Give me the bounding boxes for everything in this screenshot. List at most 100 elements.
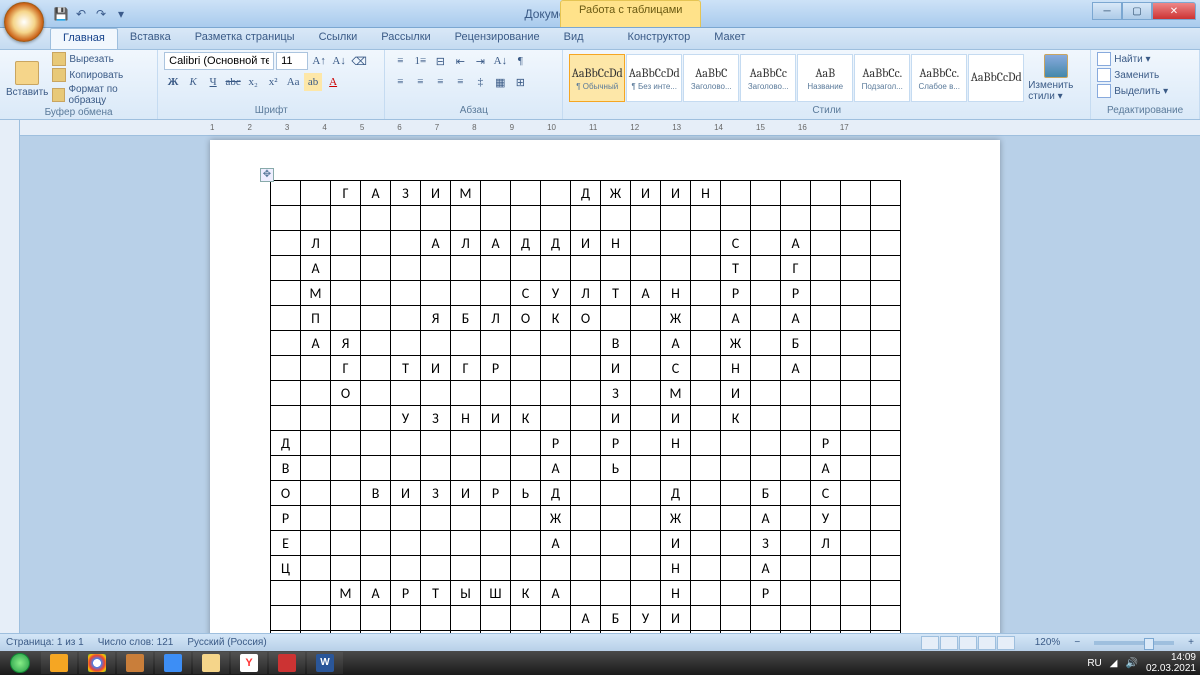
cell-8-18[interactable] bbox=[811, 356, 841, 381]
cell-18-10[interactable]: А bbox=[571, 606, 601, 631]
cell-15-11[interactable] bbox=[601, 531, 631, 556]
align-center-button[interactable]: ≡ bbox=[411, 73, 429, 91]
cell-7-7[interactable] bbox=[481, 331, 511, 356]
cell-5-2[interactable] bbox=[331, 281, 361, 306]
cell-18-18[interactable] bbox=[811, 606, 841, 631]
cell-7-3[interactable] bbox=[361, 331, 391, 356]
cell-18-1[interactable] bbox=[301, 606, 331, 631]
cell-17-15[interactable] bbox=[721, 581, 751, 606]
cell-18-11[interactable]: Б bbox=[601, 606, 631, 631]
cell-17-7[interactable]: Ш bbox=[481, 581, 511, 606]
font-color-button[interactable]: A bbox=[324, 73, 342, 91]
cell-13-20[interactable] bbox=[871, 481, 901, 506]
cell-1-9[interactable] bbox=[541, 181, 571, 206]
view-outline[interactable] bbox=[978, 636, 996, 650]
tray-lang[interactable]: RU bbox=[1087, 658, 1101, 669]
cell-7-1[interactable]: А bbox=[301, 331, 331, 356]
cell-11-1[interactable] bbox=[301, 431, 331, 456]
cell-13-4[interactable]: И bbox=[391, 481, 421, 506]
cell-3-16[interactable] bbox=[751, 231, 781, 256]
cell-3-7[interactable]: А bbox=[481, 231, 511, 256]
underline-button[interactable]: Ч bbox=[204, 73, 222, 91]
cell-1-20[interactable] bbox=[871, 181, 901, 206]
cell-16-14[interactable] bbox=[691, 556, 721, 581]
align-justify-button[interactable]: ≡ bbox=[451, 73, 469, 91]
cell-9-17[interactable] bbox=[781, 381, 811, 406]
cell-2-4[interactable] bbox=[391, 206, 421, 231]
cell-9-5[interactable] bbox=[421, 381, 451, 406]
cell-18-4[interactable] bbox=[391, 606, 421, 631]
cell-14-13[interactable]: Ж bbox=[661, 506, 691, 531]
cell-18-12[interactable]: У bbox=[631, 606, 661, 631]
cell-12-1[interactable] bbox=[301, 456, 331, 481]
vertical-ruler[interactable] bbox=[0, 120, 20, 635]
numbering-button[interactable]: 1≡ bbox=[411, 52, 429, 70]
cell-8-3[interactable] bbox=[361, 356, 391, 381]
cell-11-9[interactable]: Р bbox=[541, 431, 571, 456]
cell-8-13[interactable]: С bbox=[661, 356, 691, 381]
borders-button[interactable]: ⊞ bbox=[511, 73, 529, 91]
cell-14-9[interactable]: Ж bbox=[541, 506, 571, 531]
style-item-4[interactable]: AaBНазвание bbox=[797, 54, 853, 102]
cell-2-3[interactable] bbox=[361, 206, 391, 231]
cell-13-0[interactable]: О bbox=[271, 481, 301, 506]
cell-3-14[interactable] bbox=[691, 231, 721, 256]
cell-16-2[interactable] bbox=[331, 556, 361, 581]
indent-inc-button[interactable]: ⇥ bbox=[471, 52, 489, 70]
style-item-6[interactable]: AaBbCc.Слабое в... bbox=[911, 54, 967, 102]
cell-1-13[interactable]: И bbox=[661, 181, 691, 206]
cell-6-16[interactable] bbox=[751, 306, 781, 331]
cell-17-12[interactable] bbox=[631, 581, 661, 606]
cell-7-18[interactable] bbox=[811, 331, 841, 356]
cell-9-14[interactable] bbox=[691, 381, 721, 406]
cell-7-8[interactable] bbox=[511, 331, 541, 356]
cell-17-8[interactable]: К bbox=[511, 581, 541, 606]
cell-5-13[interactable]: Н bbox=[661, 281, 691, 306]
cell-10-18[interactable] bbox=[811, 406, 841, 431]
cell-1-11[interactable]: Ж bbox=[601, 181, 631, 206]
cell-5-4[interactable] bbox=[391, 281, 421, 306]
tab-home[interactable]: Главная bbox=[50, 28, 118, 49]
find-button[interactable]: Найти ▾ bbox=[1097, 52, 1193, 66]
cell-1-7[interactable] bbox=[481, 181, 511, 206]
cell-8-17[interactable]: А bbox=[781, 356, 811, 381]
cell-14-7[interactable] bbox=[481, 506, 511, 531]
taskbar-app-word[interactable]: W bbox=[307, 652, 343, 674]
cell-15-16[interactable]: З bbox=[751, 531, 781, 556]
cell-15-8[interactable] bbox=[511, 531, 541, 556]
cell-3-2[interactable] bbox=[331, 231, 361, 256]
cell-14-3[interactable] bbox=[361, 506, 391, 531]
zoom-slider[interactable] bbox=[1094, 641, 1174, 645]
cell-18-19[interactable] bbox=[841, 606, 871, 631]
cell-1-19[interactable] bbox=[841, 181, 871, 206]
taskbar-app-explorer[interactable] bbox=[193, 652, 229, 674]
cell-15-17[interactable] bbox=[781, 531, 811, 556]
cell-14-8[interactable] bbox=[511, 506, 541, 531]
cell-3-13[interactable] bbox=[661, 231, 691, 256]
taskbar-app-yandex[interactable]: Y bbox=[231, 652, 267, 674]
cell-8-0[interactable] bbox=[271, 356, 301, 381]
cell-4-14[interactable] bbox=[691, 256, 721, 281]
cell-12-6[interactable] bbox=[451, 456, 481, 481]
cell-10-7[interactable]: И bbox=[481, 406, 511, 431]
cell-4-2[interactable] bbox=[331, 256, 361, 281]
cell-7-6[interactable] bbox=[451, 331, 481, 356]
office-button[interactable] bbox=[4, 2, 44, 42]
cell-11-0[interactable]: Д bbox=[271, 431, 301, 456]
cell-16-18[interactable] bbox=[811, 556, 841, 581]
zoom-in[interactable]: + bbox=[1188, 637, 1194, 648]
cell-10-17[interactable] bbox=[781, 406, 811, 431]
cell-1-10[interactable]: Д bbox=[571, 181, 601, 206]
font-name-select[interactable] bbox=[164, 52, 274, 70]
cell-9-8[interactable] bbox=[511, 381, 541, 406]
cell-11-2[interactable] bbox=[331, 431, 361, 456]
cell-1-18[interactable] bbox=[811, 181, 841, 206]
cell-2-10[interactable] bbox=[571, 206, 601, 231]
cell-15-9[interactable]: А bbox=[541, 531, 571, 556]
tray-sound-icon[interactable]: 🔊 bbox=[1125, 658, 1137, 669]
cell-16-16[interactable]: А bbox=[751, 556, 781, 581]
cell-1-0[interactable] bbox=[271, 181, 301, 206]
cell-7-17[interactable]: Б bbox=[781, 331, 811, 356]
table-anchor-icon[interactable]: ✥ bbox=[260, 168, 274, 182]
cell-2-12[interactable] bbox=[631, 206, 661, 231]
